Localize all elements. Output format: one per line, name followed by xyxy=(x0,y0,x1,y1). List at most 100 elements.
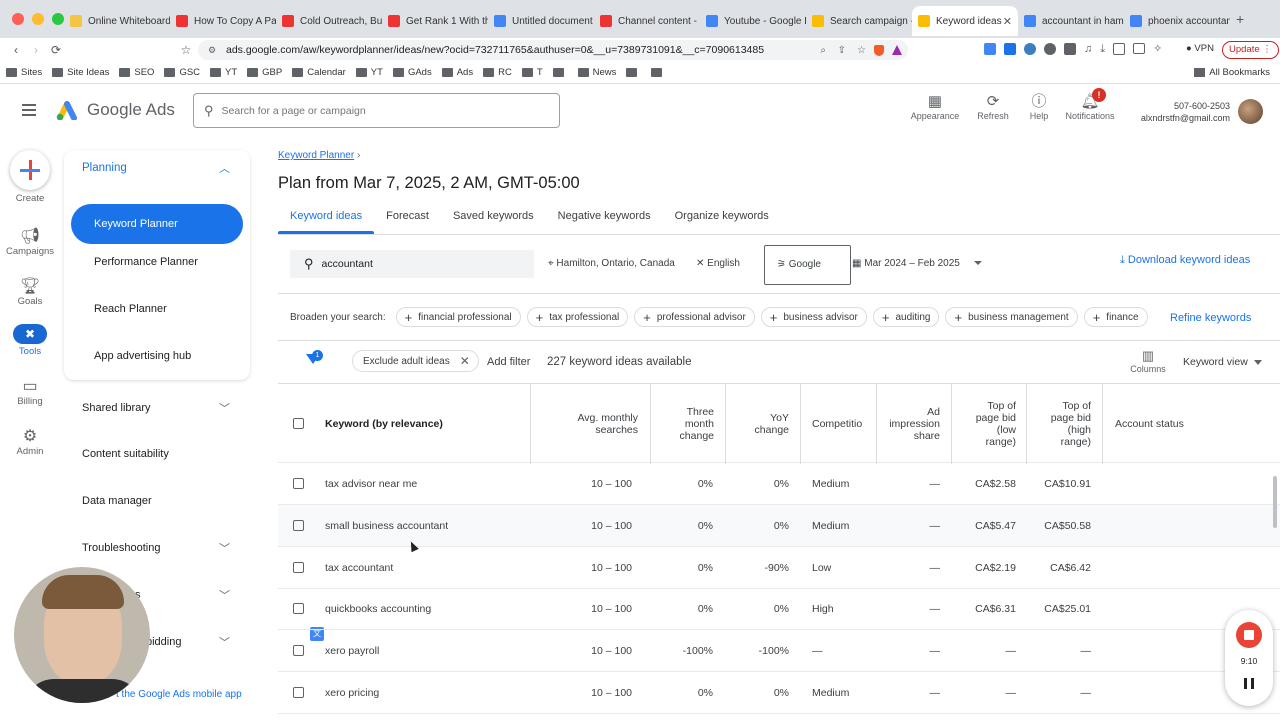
close-tab-icon[interactable]: ✕ xyxy=(1003,15,1012,28)
goals-nav[interactable]: 🏆︎ Goals xyxy=(0,276,60,307)
zoom-icon[interactable]: ⌕ xyxy=(820,45,826,56)
side-item-reach-planner[interactable]: Reach Planner xyxy=(94,303,167,315)
bookmark-item[interactable]: SEO xyxy=(119,67,154,78)
maximize-window-button[interactable] xyxy=(52,13,64,25)
brave-shield-icon[interactable] xyxy=(874,44,884,56)
side-item-data-manager[interactable]: Data manager xyxy=(82,495,152,507)
all-bookmarks-link[interactable]: All Bookmarks xyxy=(1194,67,1270,78)
extension-icon[interactable] xyxy=(1024,43,1036,55)
row-checkbox[interactable] xyxy=(293,478,304,489)
download-icon[interactable]: ⤓ xyxy=(1100,43,1105,55)
reload-icon[interactable]: ⟳ xyxy=(46,43,66,57)
table-scrollbar[interactable] xyxy=(1273,476,1277,528)
music-icon[interactable]: ♫ xyxy=(1084,43,1092,55)
billing-nav[interactable]: ▭ Billing xyxy=(0,376,60,407)
chevron-down-icon[interactable]: ﹀ xyxy=(219,587,230,603)
close-icon[interactable]: ✕ xyxy=(460,354,470,368)
header-yoy-change[interactable]: YoY change xyxy=(734,412,789,436)
browser-tab[interactable]: accountant in ham xyxy=(1018,6,1124,36)
bookmark-item[interactable]: YT xyxy=(355,67,383,78)
chevron-down-icon[interactable]: ﹀ xyxy=(219,634,230,650)
header-three-month-change[interactable]: Three month change xyxy=(658,406,714,442)
browser-tab[interactable]: Keyword ideas ✕ xyxy=(912,6,1018,36)
tab-organize-keywords[interactable]: Organize keywords xyxy=(675,210,769,222)
browser-tab[interactable]: Channel content - xyxy=(594,6,700,36)
browser-tab[interactable]: Cold Outreach, But xyxy=(276,6,382,36)
broaden-chip[interactable]: + business management xyxy=(945,307,1078,327)
side-item-bidding[interactable]: bidding xyxy=(146,636,181,648)
bookmark-item[interactable]: Ads xyxy=(441,67,473,78)
row-checkbox[interactable] xyxy=(293,687,304,698)
language-selector[interactable]: ✕ English xyxy=(696,258,740,269)
extension-icon[interactable] xyxy=(1004,43,1016,55)
extension-icon[interactable] xyxy=(984,43,996,55)
appearance-button[interactable]: ▦ Appearance xyxy=(908,93,962,121)
rewards-icon[interactable] xyxy=(892,45,902,55)
campaigns-nav[interactable]: 📢︎ Campaigns xyxy=(0,226,60,257)
header-avg-monthly-searches[interactable]: Avg. monthly searches xyxy=(540,412,638,436)
side-item-shared-library[interactable]: Shared library xyxy=(82,402,150,414)
header-keyword[interactable]: Keyword (by relevance) xyxy=(325,418,443,430)
bookmark-item[interactable]: GAds xyxy=(392,67,432,78)
row-checkbox[interactable] xyxy=(293,603,304,615)
share-icon[interactable]: ⇪ xyxy=(838,45,846,56)
tools-nav[interactable]: ✖ Tools xyxy=(0,324,60,357)
update-button[interactable]: Update ⋮ xyxy=(1222,41,1279,59)
exclude-adult-chip[interactable]: Exclude adult ideas ✕ xyxy=(352,350,479,372)
bookmark-item[interactable]: Site Ideas xyxy=(52,67,109,78)
wallet-icon[interactable] xyxy=(1133,43,1146,54)
keyword-view-dropdown[interactable]: Keyword view xyxy=(1183,356,1262,368)
back-icon[interactable]: ‹ xyxy=(6,43,26,57)
table-row[interactable]: tax accountant 10 – 100 0% -90% Low — CA$2.19 C… xyxy=(278,547,1280,589)
bookmark-star-icon[interactable]: ☆ xyxy=(176,43,196,57)
chevron-down-icon[interactable]: ﹀ xyxy=(219,540,230,556)
bookmark-item[interactable] xyxy=(626,67,641,78)
sidebar-icon[interactable] xyxy=(1113,43,1126,55)
extension-icon[interactable]: ✧ xyxy=(1153,43,1162,55)
location-selector[interactable]: ⌖ Hamilton, Ontario, Canada xyxy=(548,258,675,269)
notifications-button[interactable]: 🔔︎ Notifications ! xyxy=(1058,88,1122,121)
page-search-input[interactable] xyxy=(221,104,542,117)
browser-tab[interactable]: phoenix accountan xyxy=(1124,6,1230,36)
table-row[interactable]: tax advisor near me 10 – 100 0% 0% Medium — CA… xyxy=(278,463,1280,505)
bookmark-item[interactable]: YT xyxy=(210,67,237,78)
network-selector[interactable]: ⚞ Google xyxy=(764,245,851,285)
keyword-search-field[interactable]: ⚲ accountant xyxy=(290,250,534,278)
broaden-chip[interactable]: + finance xyxy=(1083,307,1148,327)
bookmark-item[interactable]: Sites xyxy=(6,67,42,78)
planning-header[interactable]: Planning xyxy=(82,162,127,174)
browser-tab[interactable]: Youtube - Google D xyxy=(700,6,806,36)
side-item-keyword-planner[interactable]: Keyword Planner xyxy=(71,204,243,244)
refresh-button[interactable]: ⟳ Refresh xyxy=(972,93,1014,121)
tab-forecast[interactable]: Forecast xyxy=(386,210,429,222)
minimize-window-button[interactable] xyxy=(32,13,44,25)
broaden-chip[interactable]: + auditing xyxy=(872,307,940,327)
side-item-troubleshooting[interactable]: Troubleshooting xyxy=(82,542,160,554)
url-field[interactable]: ⚙ ads.google.com/aw/keywordplanner/ideas… xyxy=(198,40,908,60)
site-info-icon[interactable]: ⚙ xyxy=(208,45,216,56)
stop-recording-button[interactable] xyxy=(1236,622,1262,648)
bookmark-item[interactable] xyxy=(552,67,568,78)
broaden-chip[interactable]: + financial professional xyxy=(395,307,521,327)
page-search-box[interactable]: ⚲ xyxy=(193,93,560,128)
broaden-chip[interactable]: + tax professional xyxy=(526,307,629,327)
header-top-bid-low[interactable]: Top of page bid (low range) xyxy=(958,400,1016,448)
browser-tab[interactable]: Online Whiteboard xyxy=(64,6,170,36)
download-keyword-ideas-button[interactable]: ⤓ Download keyword ideas xyxy=(1120,254,1250,267)
bookmark-item[interactable]: Calendar xyxy=(292,67,346,78)
star-icon[interactable]: ☆ xyxy=(857,45,866,56)
help-button[interactable]: ⓘ Help xyxy=(1024,93,1054,121)
header-ad-impression-share[interactable]: Ad impression share xyxy=(884,406,940,442)
table-row[interactable]: xero pricing 10 – 100 0% 0% Medium — — — xyxy=(278,672,1280,714)
table-row[interactable]: small business accountant 10 – 100 0% 0% Med… xyxy=(278,504,1280,547)
bookmark-item[interactable] xyxy=(651,67,666,78)
side-item-performance-planner[interactable]: Performance Planner xyxy=(94,256,198,268)
account-info[interactable]: 507-600-2503 alxndrstfn@gmail.com xyxy=(1130,100,1230,124)
extension-icon[interactable] xyxy=(1044,43,1056,55)
table-row[interactable]: xero payroll 10 – 100 -100% -100% — — — — xyxy=(278,630,1280,673)
new-tab-button[interactable]: + xyxy=(1236,11,1244,27)
avatar[interactable] xyxy=(1238,99,1263,124)
bookmark-item[interactable]: GBP xyxy=(247,67,282,78)
forward-icon[interactable]: › xyxy=(26,43,46,57)
browser-tab[interactable]: Get Rank 1 With th xyxy=(382,6,488,36)
